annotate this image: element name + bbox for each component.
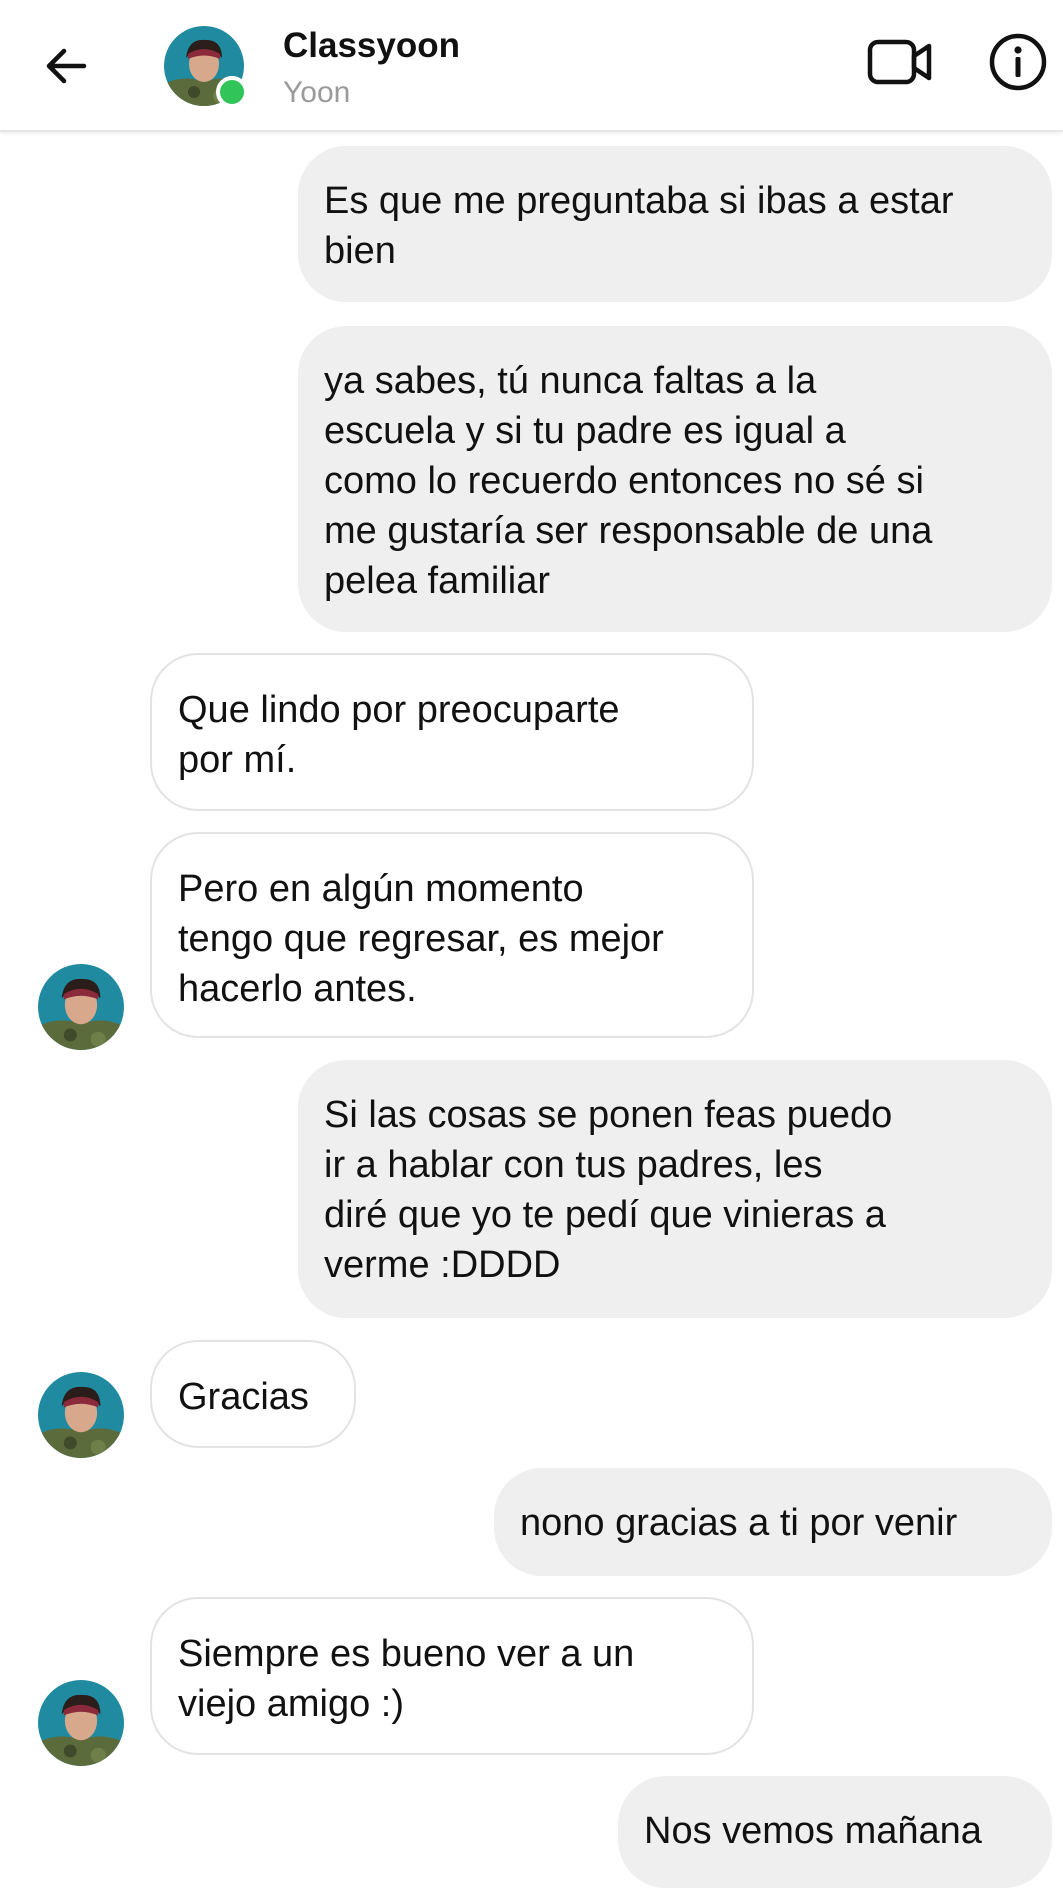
video-call-button[interactable] (866, 32, 934, 92)
contact-avatar[interactable] (38, 964, 124, 1050)
message-text: Gracias (178, 1376, 309, 1418)
message-text: Nos vemos mañana (644, 1810, 982, 1852)
message-bubble-outgoing[interactable]: Si las cosas se ponen feas puedo ir a ha… (298, 1060, 1052, 1318)
contact-avatar[interactable] (164, 26, 248, 108)
chat-header: Classyoon Yoon (0, 0, 1063, 132)
message-text: Pero en algún momento tengo que regresar… (178, 868, 664, 1010)
message-text: Siempre es bueno ver a un viejo amigo :) (178, 1633, 635, 1725)
contact-name[interactable]: Classyoon (283, 26, 460, 66)
message-bubble-outgoing[interactable]: nono gracias a ti por venir (494, 1468, 1052, 1576)
arrow-back-icon (46, 48, 87, 84)
info-button[interactable] (988, 32, 1048, 92)
contact-username: Yoon (283, 76, 351, 109)
info-icon (989, 33, 1047, 91)
online-status-indicator (216, 76, 248, 108)
message-bubble-outgoing[interactable]: Nos vemos mañana (618, 1776, 1052, 1888)
contact-avatar[interactable] (38, 1372, 124, 1458)
avatar-image (38, 1680, 124, 1766)
message-text: Que lindo por preocuparte por mí. (178, 689, 620, 781)
contact-avatar[interactable] (38, 1680, 124, 1766)
message-text: Es que me preguntaba si ibas a estar bie… (324, 180, 954, 272)
video-call-icon (867, 39, 932, 85)
avatar-image (38, 964, 124, 1050)
message-text: Si las cosas se ponen feas puedo ir a ha… (324, 1094, 893, 1286)
message-bubble-incoming[interactable]: Siempre es bueno ver a un viejo amigo :) (150, 1597, 754, 1755)
message-text: ya sabes, tú nunca faltas a la escuela y… (324, 360, 933, 602)
message-bubble-incoming[interactable]: Que lindo por preocuparte por mí. (150, 653, 754, 811)
message-bubble-incoming[interactable]: Pero en algún momento tengo que regresar… (150, 832, 754, 1038)
message-thread: Es que me preguntaba si ibas a estar bie… (0, 0, 1063, 1898)
back-button[interactable] (40, 40, 92, 92)
avatar-image (38, 1372, 124, 1458)
message-bubble-incoming[interactable]: Gracias (150, 1340, 356, 1448)
message-bubble-outgoing[interactable]: Es que me preguntaba si ibas a estar bie… (298, 146, 1052, 302)
message-bubble-outgoing[interactable]: ya sabes, tú nunca faltas a la escuela y… (298, 326, 1052, 632)
message-text: nono gracias a ti por venir (520, 1502, 958, 1544)
